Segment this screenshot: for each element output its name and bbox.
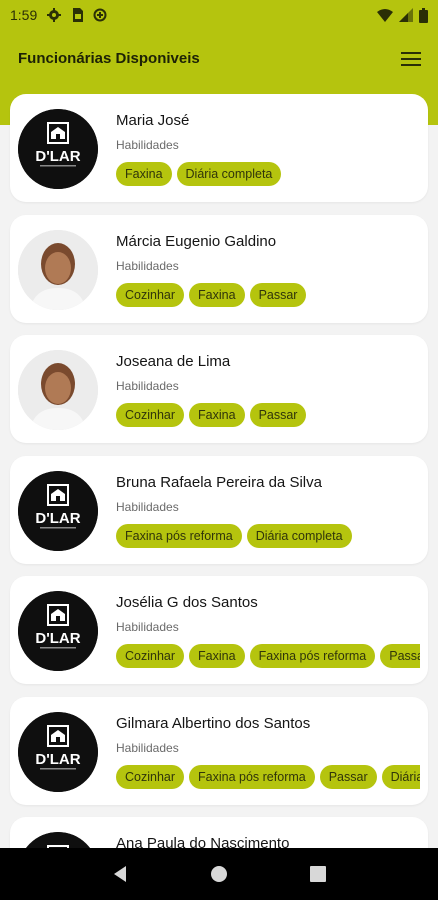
avatar: D'LAR — [18, 832, 98, 848]
skill-chip: Passar — [319, 764, 377, 789]
employee-card[interactable]: Joseana de Lima Habilidades Cozinhar Faxina… — [10, 335, 428, 443]
skill-chip: Faxina — [189, 282, 245, 307]
recents-square-icon — [310, 866, 327, 882]
skills-chip-row[interactable]: Faxina Diária completa — [116, 162, 420, 188]
skill-chip: Cozinhar — [116, 282, 185, 307]
employee-name: Ana Paula do Nascimento — [116, 835, 290, 848]
menu-button[interactable] — [398, 46, 424, 72]
avatar: D'LAR — [18, 591, 98, 671]
employee-name: Gilmara Albertino dos Santos — [116, 714, 311, 732]
employee-name: Josélia G dos Santos — [116, 594, 258, 611]
skill-chip: Cozinhar — [116, 644, 185, 668]
back-triangle-icon — [113, 866, 126, 882]
navigation-bar — [0, 848, 438, 900]
employee-name: Bruna Rafaela Pereira da Silva — [116, 473, 322, 491]
skills-chip-row[interactable]: CozinharFaxina pós reformaPassarDiária c… — [116, 764, 420, 791]
skills-chip-row[interactable]: CozinharFaxinaFaxina pós reformaPassar — [116, 644, 420, 670]
menu-icon — [401, 52, 421, 66]
status-bar: 1:59 — [0, 0, 438, 30]
employee-card[interactable]: D'LAR Bruna Rafaela Pereira da Silva Habil… — [10, 455, 428, 564]
home-circle-icon — [210, 866, 227, 882]
skills-label: Habilidades — [116, 379, 179, 393]
skills-chip-row[interactable]: Cozinhar Faxina Passar — [116, 282, 420, 309]
sim-card-icon — [71, 8, 84, 22]
recents-button[interactable] — [303, 859, 333, 889]
company-logo-icon: D'LAR — [26, 832, 90, 848]
avatar — [18, 229, 98, 310]
signal-icon — [399, 8, 413, 22]
skills-chip-row[interactable]: Cozinhar Faxina Passar — [116, 403, 420, 429]
logo-text: D'LAR — [35, 148, 80, 165]
employee-card[interactable]: D'LARAna Paula do NascimentoHabilidades — [10, 817, 428, 848]
skill-chip: Passar — [249, 282, 307, 307]
skill-chip: Faxina — [189, 403, 245, 427]
skill-chip: Diária completa — [246, 523, 352, 548]
logo-text: D'LAR — [35, 751, 80, 768]
logo-text: D'LAR — [35, 510, 80, 527]
skills-label: Habilidades — [116, 740, 179, 755]
employee-card[interactable]: Márcia Eugenio Galdino Habilidades Cozinha… — [10, 214, 428, 323]
skills-chip-row[interactable]: Faxina pós reforma Diária completa — [116, 523, 420, 550]
avatar — [18, 350, 98, 430]
logo-text: D'LAR — [35, 630, 80, 647]
skill-chip: Faxina pós reforma — [249, 644, 376, 668]
skill-chip: Passar — [380, 644, 420, 668]
person-photo — [18, 229, 98, 310]
gear-icon — [47, 8, 62, 22]
skill-chip: Cozinhar — [116, 764, 185, 789]
skills-label: Habilidades — [116, 620, 179, 634]
skill-chip: Faxina — [189, 644, 245, 668]
data-saver-icon — [93, 8, 107, 22]
company-logo-icon: D'LAR — [18, 591, 98, 671]
person-photo — [18, 350, 98, 430]
company-logo-icon: D'LAR — [18, 470, 98, 551]
employee-name: Maria José — [116, 112, 190, 129]
avatar: D'LAR — [18, 109, 98, 189]
battery-icon — [419, 7, 428, 23]
skill-chip: Diária completa — [381, 764, 420, 789]
employee-name: Joseana de Lima — [116, 353, 231, 370]
skills-label: Habilidades — [116, 138, 179, 152]
home-button[interactable] — [204, 859, 234, 889]
back-button[interactable] — [105, 859, 135, 889]
company-logo-icon: D'LAR — [18, 711, 98, 792]
skill-chip: Faxina — [116, 162, 172, 186]
skills-label: Habilidades — [116, 258, 179, 273]
employee-card[interactable]: D'LAR Maria José Habilidades Faxina Diária c… — [10, 94, 428, 202]
employee-card[interactable]: D'LAR Josélia G dos Santos Habilidades Cozi… — [10, 576, 428, 684]
employee-list[interactable]: D'LAR Maria José Habilidades Faxina Diária c… — [0, 94, 438, 848]
skill-chip: Faxina pós reforma — [189, 764, 315, 789]
employee-card[interactable]: D'LAR Gilmara Albertino dos Santos Habilid… — [10, 696, 428, 805]
skill-chip: Faxina pós reforma — [116, 523, 242, 548]
skill-chip: Passar — [249, 403, 307, 427]
skills-label: Habilidades — [116, 499, 179, 514]
avatar: D'LAR — [18, 470, 98, 551]
page-title: Funcionárias Disponiveis — [18, 50, 200, 67]
skill-chip: Diária completa — [176, 162, 282, 186]
company-logo-icon: D'LAR — [18, 109, 98, 189]
employee-name: Márcia Eugenio Galdino — [116, 232, 277, 250]
avatar: D'LAR — [18, 711, 98, 792]
skill-chip: Cozinhar — [116, 403, 185, 427]
status-time: 1:59 — [10, 7, 38, 23]
wifi-icon — [377, 8, 393, 22]
